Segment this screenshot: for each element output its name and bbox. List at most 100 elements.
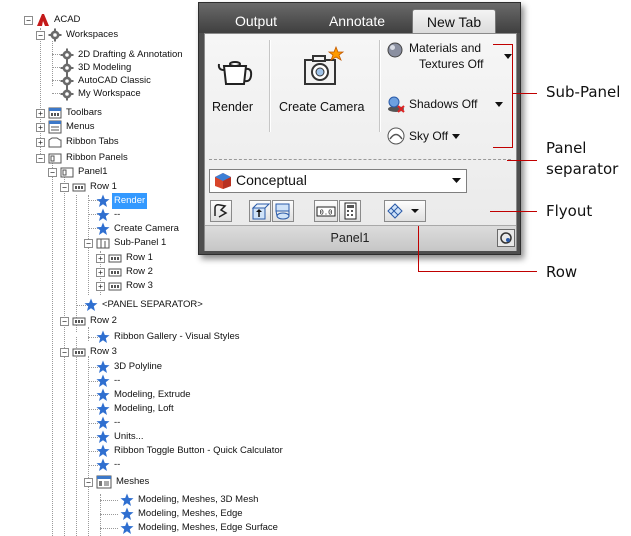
tree-node-panel-separator[interactable]: <PANEL SEPARATOR> bbox=[0, 297, 240, 313]
tree-label: Row 2 bbox=[90, 315, 117, 326]
collapse-toggle[interactable]: − bbox=[48, 168, 57, 177]
gear-icon bbox=[48, 28, 62, 42]
star-icon bbox=[96, 208, 110, 221]
tree-node-row2[interactable]: − Row 2 bbox=[0, 313, 140, 329]
shadows-button[interactable]: Shadows Off bbox=[385, 94, 513, 116]
visual-style-dropdown[interactable]: Conceptual bbox=[209, 169, 467, 193]
autocad-logo-icon bbox=[37, 14, 49, 26]
render-button[interactable]: Render bbox=[207, 38, 263, 126]
extrude-button[interactable] bbox=[249, 200, 271, 222]
tree-label: My Workspace bbox=[78, 88, 141, 99]
materials-label-line2: Textures Off bbox=[419, 57, 484, 71]
teapot-icon bbox=[217, 61, 253, 85]
loft-button[interactable] bbox=[272, 200, 294, 222]
dropdown-arrow-icon[interactable] bbox=[504, 54, 512, 60]
create-camera-button[interactable]: Create Camera bbox=[273, 38, 377, 126]
callout-line bbox=[418, 271, 537, 272]
callout-line bbox=[493, 147, 513, 148]
expand-toggle[interactable]: + bbox=[36, 138, 45, 147]
ribbon-panel-icon bbox=[48, 153, 62, 164]
collapse-toggle[interactable]: − bbox=[60, 317, 69, 326]
tree-node-workspaces[interactable]: − Workspaces bbox=[0, 27, 150, 43]
tree-label: Modeling, Meshes, Edge Surface bbox=[138, 522, 278, 533]
tree-node-ribbon-tabs[interactable]: + Ribbon Tabs bbox=[0, 134, 150, 150]
3d-polyline-button[interactable] bbox=[210, 200, 232, 222]
tab-annotate[interactable]: Annotate bbox=[309, 9, 405, 33]
tree-node-row3[interactable]: − Row 3 bbox=[0, 344, 140, 360]
subpanel-icon bbox=[96, 238, 110, 249]
tree-node-menus[interactable]: + Menus bbox=[0, 119, 150, 135]
star-icon bbox=[96, 330, 110, 343]
tab-new-tab[interactable]: New Tab bbox=[412, 9, 496, 34]
tree-label: Sub-Panel 1 bbox=[114, 237, 167, 248]
ribbon-panel-icon bbox=[60, 167, 74, 178]
collapse-toggle[interactable]: − bbox=[60, 348, 69, 357]
tree-node-panel1[interactable]: − Panel1 bbox=[0, 164, 120, 180]
meshes-flyout-button[interactable] bbox=[384, 200, 426, 222]
dropdown-arrow-icon[interactable] bbox=[495, 102, 503, 108]
tree-label: Ribbon Gallery - Visual Styles bbox=[114, 331, 240, 342]
tree-node-subpanel1[interactable]: − Sub-Panel 1 bbox=[0, 235, 180, 251]
callout-subpanel: Sub-Panel bbox=[546, 83, 621, 101]
tree-node-separator[interactable]: -- bbox=[0, 457, 140, 473]
extrude-icon bbox=[251, 203, 271, 220]
tree-label: Workspaces bbox=[66, 29, 119, 40]
divider bbox=[269, 40, 271, 132]
toolbar-icon bbox=[48, 107, 62, 119]
collapse-toggle[interactable]: − bbox=[36, 154, 45, 163]
materials-sphere-icon bbox=[387, 42, 403, 58]
star-icon bbox=[96, 360, 110, 373]
star-icon bbox=[84, 298, 98, 311]
panel-title-bar: Panel1 bbox=[205, 225, 516, 251]
panel-title: Panel1 bbox=[330, 231, 370, 245]
panel-dialog-launcher[interactable] bbox=[497, 229, 515, 247]
callout-line bbox=[512, 44, 513, 148]
collapse-toggle[interactable]: − bbox=[84, 478, 93, 487]
callout-line bbox=[418, 226, 419, 272]
collapse-toggle[interactable]: − bbox=[36, 31, 45, 40]
loft-icon bbox=[275, 203, 290, 220]
units-icon: 0.0 bbox=[316, 206, 336, 217]
expand-toggle[interactable]: + bbox=[96, 282, 105, 291]
ribbon-panel-body: Render Create Camera Materials and Textu… bbox=[204, 33, 517, 251]
tree-node-workspace-my[interactable]: My Workspace bbox=[0, 86, 180, 102]
launcher-icon bbox=[500, 232, 512, 244]
shadows-icon bbox=[388, 96, 405, 113]
tree-node-mesh-edge-surface[interactable]: Modeling, Meshes, Edge Surface bbox=[0, 520, 320, 536]
tree-label: Ribbon Tabs bbox=[66, 136, 119, 147]
row-icon bbox=[72, 183, 86, 192]
tree-node-subpanel-row3[interactable]: + Row 3 bbox=[0, 278, 180, 294]
collapse-toggle[interactable]: − bbox=[60, 183, 69, 192]
divider bbox=[379, 40, 381, 132]
callout-panel-separator-1: Panel bbox=[546, 139, 587, 157]
ribbon-tab-bar: Output Annotate New Tab bbox=[199, 3, 520, 34]
expand-toggle[interactable]: + bbox=[36, 109, 45, 118]
sky-button[interactable]: Sky Off bbox=[385, 126, 513, 148]
tree-node-acad[interactable]: − ACAD bbox=[0, 12, 150, 28]
row-icon bbox=[108, 268, 122, 277]
callout-line bbox=[490, 211, 537, 212]
expand-toggle[interactable]: + bbox=[96, 268, 105, 277]
tree-node-ribbon-gallery[interactable]: Ribbon Gallery - Visual Styles bbox=[0, 329, 270, 345]
svg-text:0.0: 0.0 bbox=[320, 209, 333, 217]
polyline-icon bbox=[214, 204, 228, 218]
camera-icon bbox=[304, 46, 345, 85]
tree-label: Row 3 bbox=[90, 346, 117, 357]
collapse-toggle[interactable]: − bbox=[84, 239, 93, 248]
menu-icon bbox=[48, 120, 62, 134]
quick-calculator-toggle[interactable] bbox=[339, 200, 361, 222]
expand-toggle[interactable]: + bbox=[36, 123, 45, 132]
materials-textures-button[interactable]: Materials and Textures Off bbox=[385, 40, 513, 84]
dropdown-arrow-icon bbox=[452, 178, 461, 183]
expand-toggle[interactable]: + bbox=[96, 254, 105, 263]
units-button[interactable]: 0.0 bbox=[314, 200, 338, 222]
star-icon bbox=[120, 507, 134, 520]
star-icon bbox=[96, 222, 110, 235]
visual-style-value: Conceptual bbox=[236, 172, 307, 188]
tree-node-meshes[interactable]: − Meshes bbox=[0, 474, 160, 490]
star-icon bbox=[96, 458, 110, 471]
mesh-icon bbox=[387, 203, 419, 219]
collapse-toggle[interactable]: − bbox=[24, 16, 33, 25]
tab-output[interactable]: Output bbox=[213, 9, 299, 33]
dropdown-arrow-icon[interactable] bbox=[452, 134, 460, 140]
